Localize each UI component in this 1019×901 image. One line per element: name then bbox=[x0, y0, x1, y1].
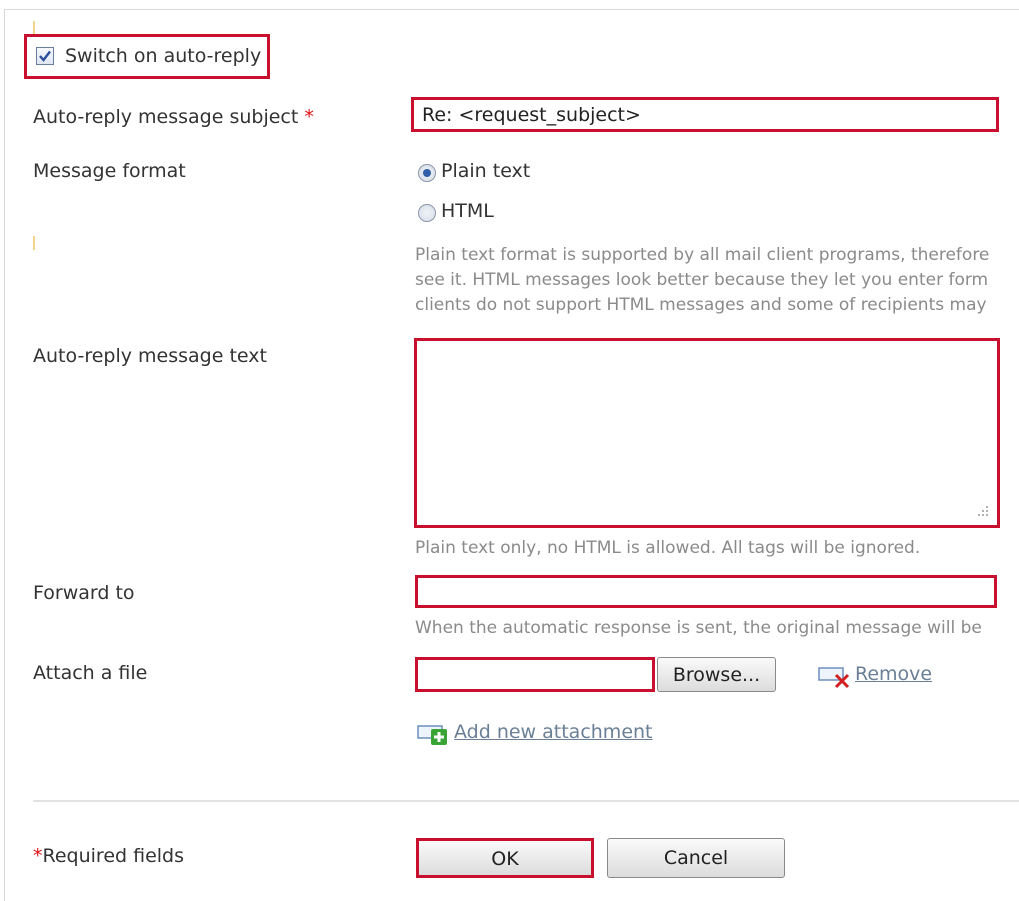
autoreply-toggle-highlight[interactable]: Switch on auto-reply bbox=[24, 34, 270, 79]
autoreply-label: Switch on auto-reply bbox=[65, 45, 262, 67]
footer-divider bbox=[33, 800, 1019, 802]
add-attachment-link[interactable]: Add new attachment bbox=[454, 721, 653, 743]
checkmark-icon bbox=[39, 50, 51, 62]
attach-file-input[interactable] bbox=[415, 657, 655, 692]
top-border bbox=[4, 9, 1019, 10]
ok-button[interactable]: OK bbox=[416, 838, 594, 878]
add-attachment-icon-graphic bbox=[417, 725, 447, 745]
required-fields-note: *Required fields bbox=[33, 845, 184, 867]
plain-text-option-label: Plain text bbox=[441, 160, 531, 182]
message-text-label: Auto-reply message text bbox=[33, 345, 267, 367]
message-hint: Plain text only, no HTML is allowed. All… bbox=[415, 538, 921, 558]
html-radio[interactable] bbox=[418, 204, 436, 222]
browse-button[interactable]: Browse... bbox=[657, 657, 776, 692]
message-format-label: Message format bbox=[33, 160, 186, 182]
attach-file-label: Attach a file bbox=[33, 662, 148, 684]
row-marker bbox=[33, 236, 35, 250]
format-hint-line: clients do not support HTML messages and… bbox=[415, 295, 987, 315]
plain-text-radio[interactable] bbox=[418, 164, 436, 182]
format-hint-line: see it. HTML messages look better becaus… bbox=[415, 270, 989, 290]
forward-to-input[interactable] bbox=[415, 575, 997, 608]
subject-label: Auto-reply message subject * bbox=[33, 106, 314, 128]
add-attachment-icon[interactable] bbox=[417, 723, 451, 752]
ok-button-label: OK bbox=[491, 848, 519, 870]
format-hint-line: Plain text format is supported by all ma… bbox=[415, 245, 990, 265]
html-option-label: HTML bbox=[441, 200, 494, 222]
subject-input[interactable]: Re: <request_subject> bbox=[411, 97, 999, 132]
message-textarea[interactable] bbox=[414, 338, 1000, 528]
forward-to-label: Forward to bbox=[33, 582, 135, 604]
subject-input-value: Re: <request_subject> bbox=[422, 104, 641, 126]
row-marker bbox=[33, 21, 35, 35]
remove-icon-graphic bbox=[818, 667, 850, 689]
autoreply-checkbox[interactable] bbox=[36, 47, 54, 65]
remove-link[interactable]: Remove bbox=[855, 663, 932, 685]
forward-hint: When the automatic response is sent, the… bbox=[415, 618, 982, 638]
left-border bbox=[4, 9, 5, 901]
remove-icon[interactable] bbox=[818, 667, 852, 694]
cancel-button[interactable]: Cancel bbox=[607, 838, 785, 878]
resize-grip-icon[interactable] bbox=[977, 505, 989, 517]
